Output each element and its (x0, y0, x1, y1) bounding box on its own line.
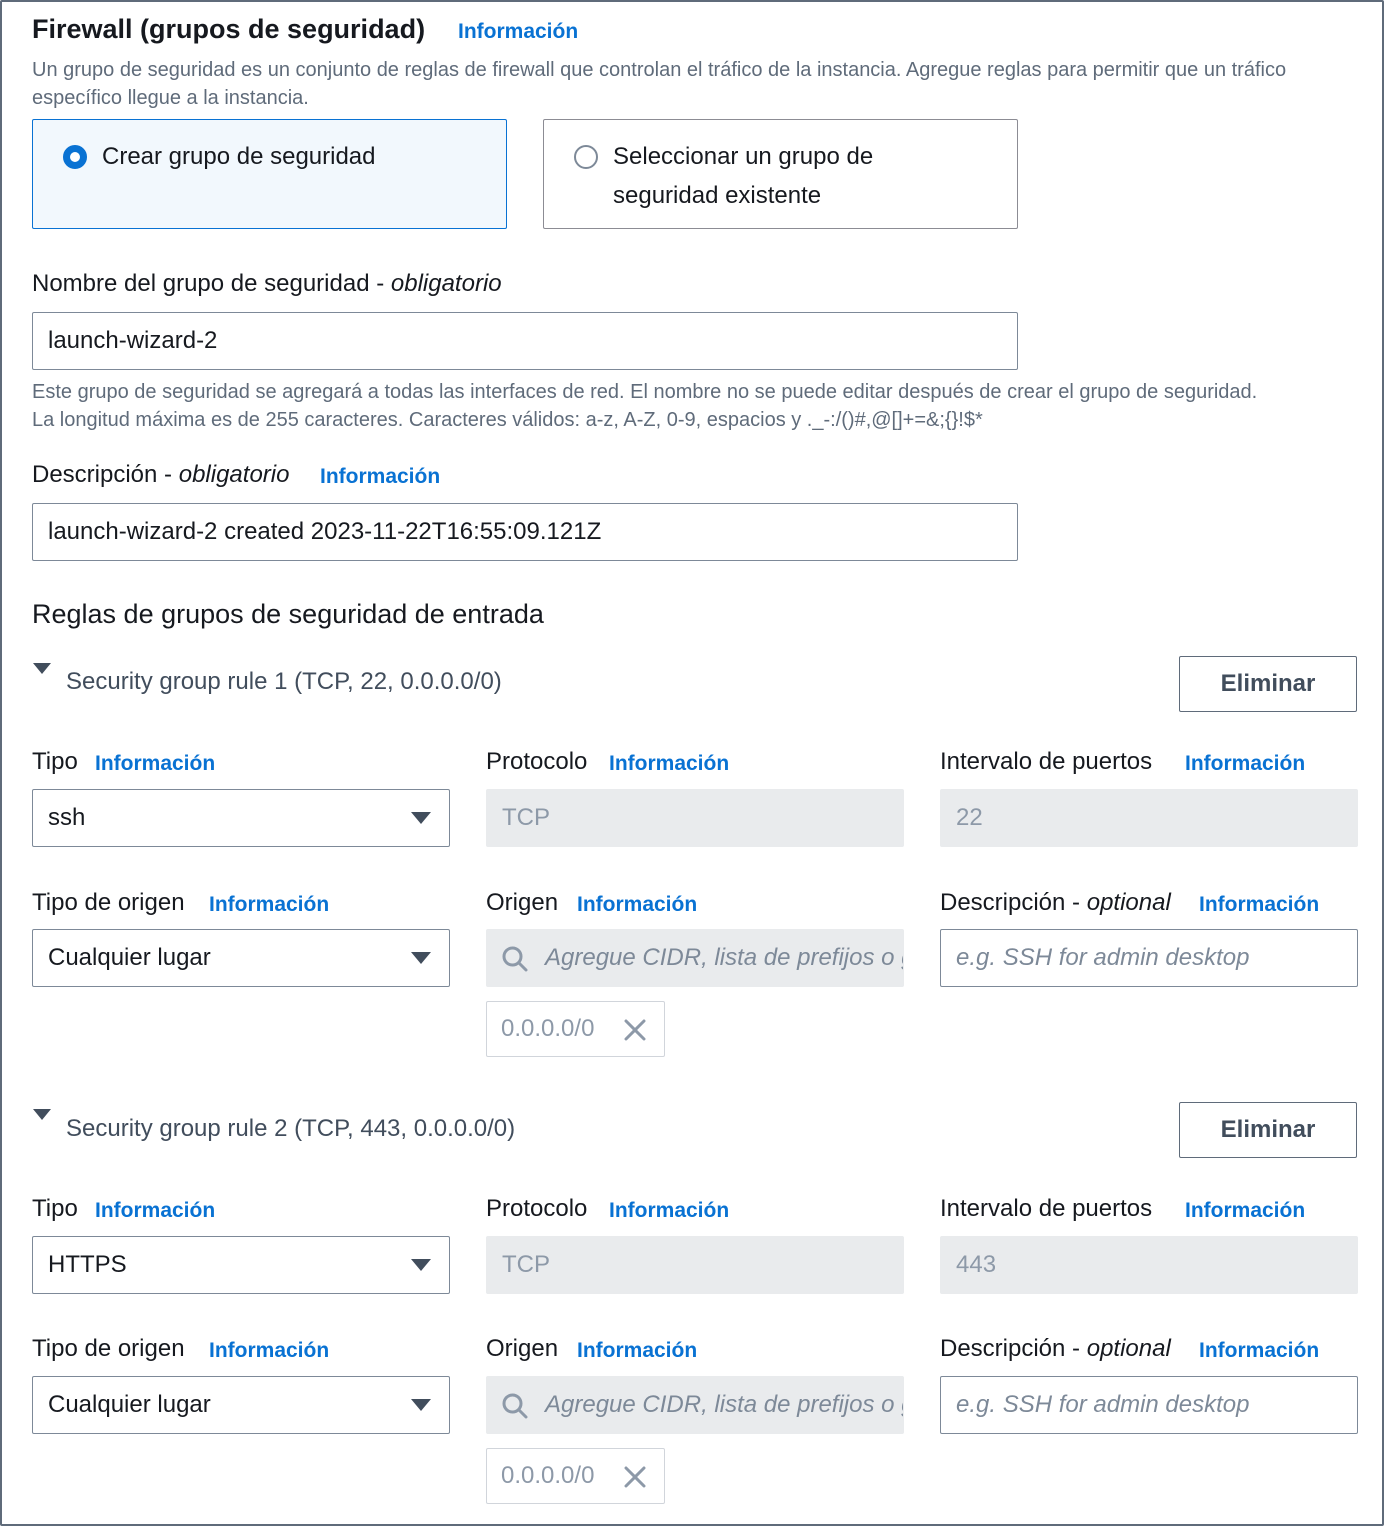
rule-2-description-input[interactable]: e.g. SSH for admin desktop (940, 1376, 1358, 1434)
rule-2-delete-button[interactable]: Eliminar (1179, 1102, 1357, 1158)
option-select-existing-label-line1: Seleccionar un grupo de (613, 143, 874, 170)
rule-2-type-label: Tipo (32, 1195, 78, 1222)
rule-1-delete-button[interactable]: Eliminar (1179, 656, 1357, 712)
option-create-security-group[interactable]: Crear grupo de seguridad (32, 119, 507, 229)
rule-1-description-label: Descripción - optional (940, 889, 1171, 916)
group-description-label: Descripción - obligatorio (32, 461, 290, 488)
rule-2-description-label: Descripción - optional (940, 1335, 1171, 1362)
search-icon (502, 1393, 528, 1419)
caret-down-icon (411, 812, 431, 824)
rule-2-source-type-value: Cualquier lugar (48, 1391, 211, 1418)
rule-2-source-search-input[interactable]: Agregue CIDR, lista de prefijos o grupo … (486, 1376, 904, 1434)
rule-1-type-value: ssh (48, 804, 86, 831)
rule-2-source-token: 0.0.0.0/0 (486, 1448, 665, 1504)
rule-2-type-select[interactable]: HTTPS (32, 1236, 450, 1294)
option-select-existing-group[interactable]: Seleccionar un grupo de seguridad existe… (543, 119, 1018, 229)
rule-2-port-range-field: 443 (940, 1236, 1358, 1294)
rule-1-description-info-link[interactable]: Información (1199, 893, 1319, 917)
option-create-label: Crear grupo de seguridad (102, 143, 376, 170)
rule-2-header[interactable]: Security group rule 2 (TCP, 443, 0.0.0.0… (66, 1115, 515, 1143)
rule-1-source-type-value: Cualquier lugar (48, 944, 211, 971)
search-icon (502, 946, 528, 972)
rule-1-source-search-input[interactable]: Agregue CIDR, lista de prefijos o grupo … (486, 929, 904, 987)
rule-2-type-info-link[interactable]: Información (95, 1199, 215, 1223)
rule-2-source-label: Origen (486, 1335, 559, 1362)
group-description-info-link[interactable]: Información (320, 465, 440, 489)
caret-down-icon (411, 1399, 431, 1411)
rule-2-source-type-select[interactable]: Cualquier lugar (32, 1376, 450, 1434)
rule-2-source-token-value: 0.0.0.0/0 (501, 1462, 595, 1489)
caret-down-icon[interactable] (33, 663, 51, 674)
rule-1-protocol-field: TCP (486, 789, 904, 847)
close-icon[interactable] (622, 1464, 648, 1490)
inbound-rules-title: Reglas de grupos de seguridad de entrada (32, 599, 544, 629)
rule-2-protocol-info-link[interactable]: Información (609, 1199, 729, 1223)
group-name-help-line1: Este grupo de seguridad se agregará a to… (32, 381, 1258, 403)
firewall-title: Firewall (grupos de seguridad) (32, 14, 426, 44)
rule-1-source-type-info-link[interactable]: Información (209, 893, 329, 917)
rule-2-port-range-label: Intervalo de puertos (940, 1195, 1153, 1222)
firewall-description: Un grupo de seguridad es un conjunto de … (32, 59, 1287, 109)
rule-1-port-range-label: Intervalo de puertos (940, 748, 1153, 775)
option-select-existing-label-line2: seguridad existente (613, 182, 822, 209)
close-icon[interactable] (622, 1017, 648, 1043)
rule-2-port-range-info-link[interactable]: Información (1185, 1199, 1305, 1223)
firewall-info-link[interactable]: Información (458, 20, 578, 44)
caret-down-icon[interactable] (33, 1109, 51, 1120)
rule-2-protocol-label: Protocolo (486, 1195, 588, 1222)
group-description-input[interactable]: launch-wizard-2 created 2023-11-22T16:55… (32, 503, 1018, 561)
rule-1-source-type-select[interactable]: Cualquier lugar (32, 929, 450, 987)
rule-2-protocol-field: TCP (486, 1236, 904, 1294)
caret-down-icon (411, 1259, 431, 1271)
radio-create-security-group[interactable] (63, 145, 87, 169)
rule-1-header[interactable]: Security group rule 1 (TCP, 22, 0.0.0.0/… (66, 668, 502, 696)
rule-1-protocol-label: Protocolo (486, 748, 588, 775)
group-name-input[interactable]: launch-wizard-2 (32, 312, 1018, 370)
firewall-panel: Firewall (grupos de seguridad) Informaci… (0, 0, 1384, 1526)
rule-1-type-select[interactable]: ssh (32, 789, 450, 847)
rule-1-source-type-label: Tipo de origen (32, 889, 185, 916)
rule-1-source-token-value: 0.0.0.0/0 (501, 1015, 595, 1042)
group-name-help-line2: La longitud máxima es de 255 caracteres.… (32, 409, 983, 431)
rule-2-source-type-info-link[interactable]: Información (209, 1339, 329, 1363)
rule-1-source-placeholder: Agregue CIDR, lista de prefijos o grupo … (545, 944, 903, 971)
rule-1-description-input[interactable]: e.g. SSH for admin desktop (940, 929, 1358, 987)
rule-2-source-placeholder: Agregue CIDR, lista de prefijos o grupo … (545, 1391, 903, 1418)
radio-select-existing-group[interactable] (574, 145, 598, 169)
rule-2-type-value: HTTPS (48, 1251, 127, 1278)
rule-1-type-label: Tipo (32, 748, 78, 775)
rule-1-port-range-field: 22 (940, 789, 1358, 847)
rule-1-port-range-info-link[interactable]: Información (1185, 752, 1305, 776)
caret-down-icon (411, 952, 431, 964)
rule-1-protocol-info-link[interactable]: Información (609, 752, 729, 776)
rule-2-source-info-link[interactable]: Información (577, 1339, 697, 1363)
group-name-label: Nombre del grupo de seguridad - obligato… (32, 270, 502, 297)
rule-2-source-type-label: Tipo de origen (32, 1335, 185, 1362)
rule-1-type-info-link[interactable]: Información (95, 752, 215, 776)
rule-1-source-info-link[interactable]: Información (577, 893, 697, 917)
rule-1-source-token: 0.0.0.0/0 (486, 1001, 665, 1057)
rule-1-source-label: Origen (486, 889, 559, 916)
rule-2-description-info-link[interactable]: Información (1199, 1339, 1319, 1363)
